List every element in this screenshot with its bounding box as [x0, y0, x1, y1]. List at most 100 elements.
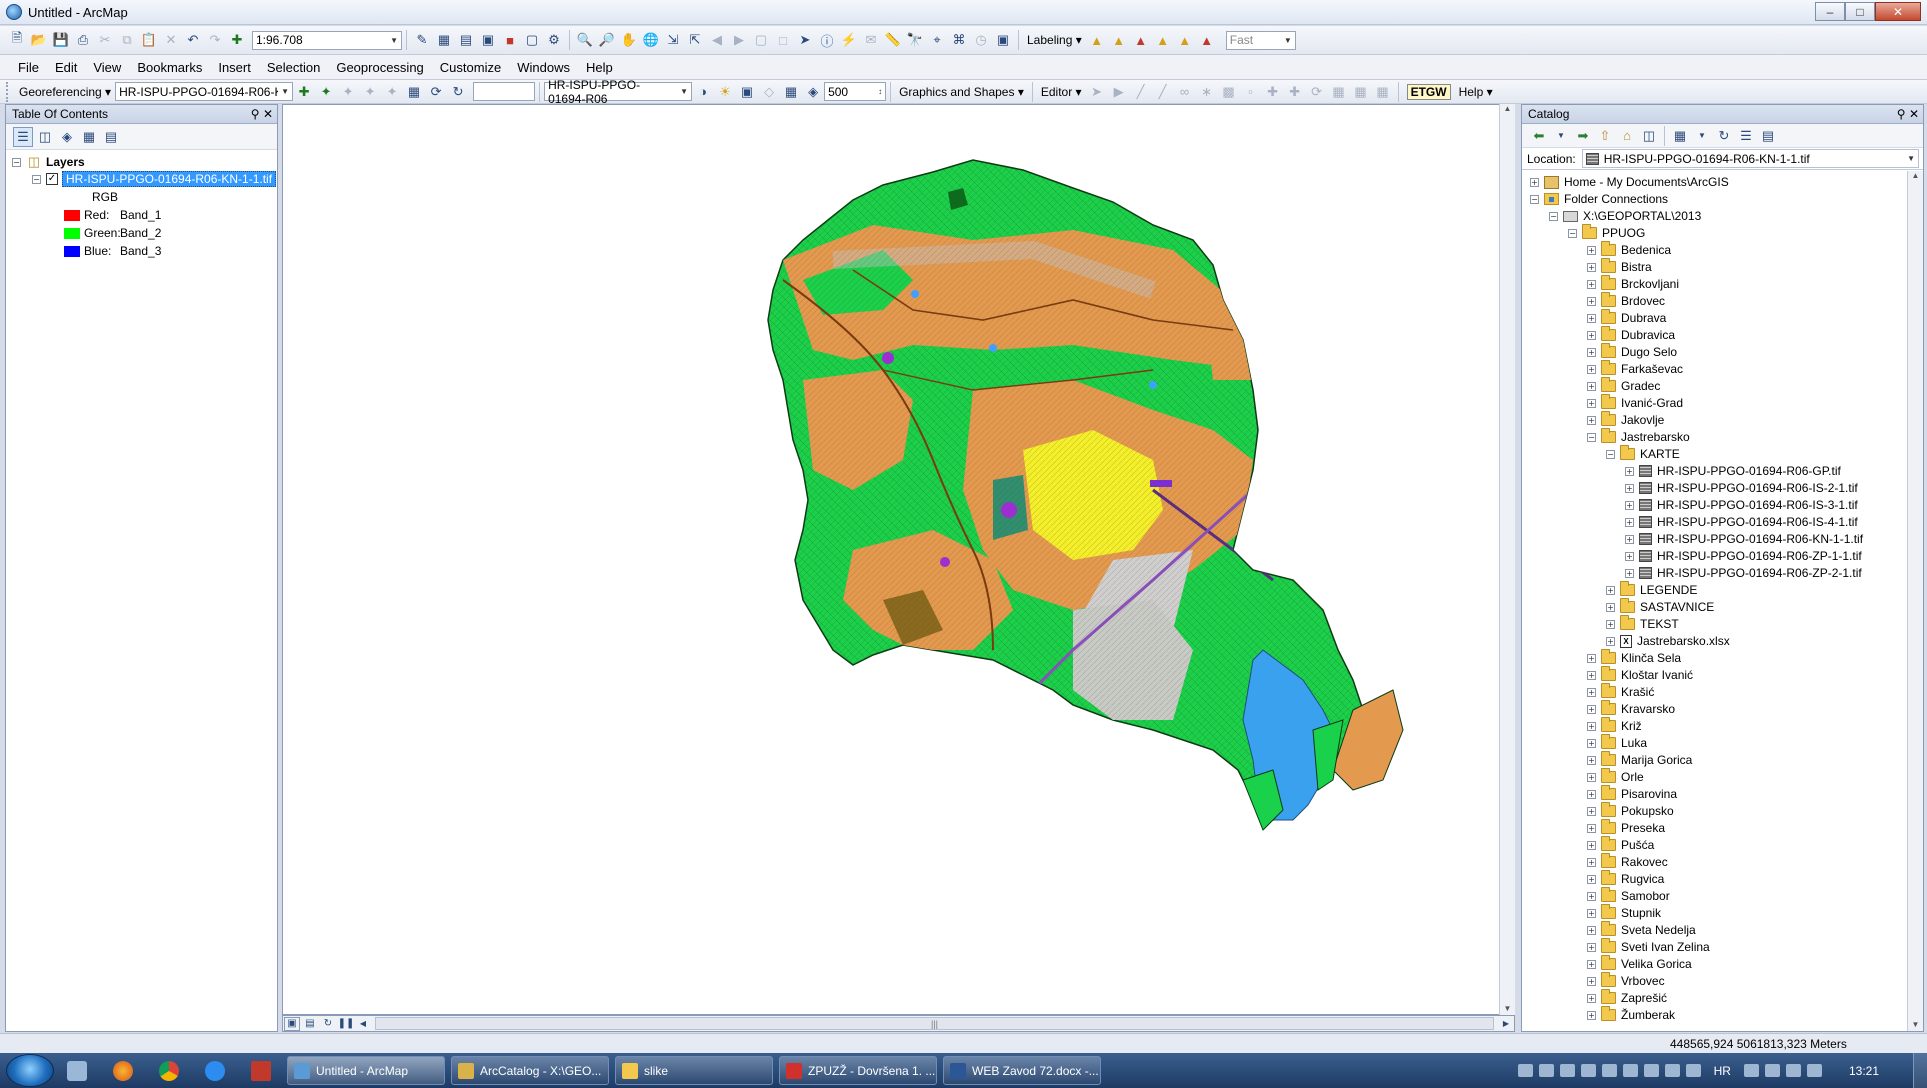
- close-button[interactable]: ✕: [1875, 2, 1921, 21]
- expand-icon[interactable]: +: [1587, 857, 1596, 867]
- list-by-source-icon[interactable]: ◫: [35, 127, 55, 147]
- tree-item-folder[interactable]: + Rakovec: [1587, 853, 1668, 870]
- maximize-button[interactable]: □: [1845, 2, 1875, 21]
- tree-item-xlsx[interactable]: + X Jastrebarsko.xlsx: [1606, 633, 1730, 649]
- start-button[interactable]: [6, 1054, 54, 1087]
- add-control-points-icon[interactable]: ✚: [294, 82, 314, 102]
- rotate-icon[interactable]: ⟳: [426, 82, 446, 102]
- add-data-icon[interactable]: ✚: [227, 30, 247, 50]
- menu-windows[interactable]: Windows: [509, 60, 578, 75]
- labeling-menu[interactable]: Labeling ▾: [1027, 33, 1082, 47]
- menu-help[interactable]: Help: [578, 60, 621, 75]
- tree-item-folder[interactable]: + Bedenica: [1587, 241, 1671, 258]
- map-vertical-scrollbar[interactable]: ▲ ▼: [1499, 104, 1515, 1015]
- expand-icon[interactable]: +: [1587, 789, 1596, 799]
- expand-icon[interactable]: +: [1587, 721, 1596, 731]
- minimize-button[interactable]: –: [1815, 2, 1845, 21]
- label-manager-icon[interactable]: ▲: [1087, 30, 1107, 50]
- shift-icon[interactable]: ↻: [448, 82, 468, 102]
- expand-icon[interactable]: +: [1587, 925, 1596, 935]
- tree-item-folder[interactable]: + Križ: [1587, 717, 1642, 734]
- tray-icon[interactable]: [1664, 1064, 1680, 1077]
- cut-icon[interactable]: ✂: [95, 30, 115, 50]
- zoom-in-icon[interactable]: 🔍: [575, 30, 595, 50]
- flicker-rate-icon[interactable]: ◈: [803, 82, 823, 102]
- menu-bookmarks[interactable]: Bookmarks: [129, 60, 210, 75]
- auto-registration-icon[interactable]: ✦: [316, 82, 336, 102]
- expand-icon[interactable]: +: [1587, 415, 1596, 425]
- menu-edit[interactable]: Edit: [47, 60, 85, 75]
- tree-item-ppuog[interactable]: − PPUOG: [1568, 224, 1645, 241]
- open-icon[interactable]: 📂: [29, 30, 49, 50]
- menu-view[interactable]: View: [85, 60, 129, 75]
- toc-close-icon[interactable]: ✕: [263, 107, 273, 121]
- tree-item-home[interactable]: + Home - My Documents\ArcGIS: [1530, 174, 1729, 190]
- fixed-zoom-out-icon[interactable]: ⇱: [685, 30, 705, 50]
- tree-item-folder[interactable]: + SASTAVNICE: [1606, 598, 1714, 615]
- taskbar-pin-chrome[interactable]: [149, 1056, 189, 1086]
- find-icon[interactable]: 🔭: [905, 30, 925, 50]
- layer-visibility-checkbox[interactable]: ✓: [46, 173, 58, 185]
- menu-selection[interactable]: Selection: [259, 60, 328, 75]
- clear-selection-icon[interactable]: □: [773, 30, 793, 50]
- split-icon[interactable]: ✚: [1285, 82, 1305, 102]
- paste-icon[interactable]: 📋: [139, 30, 159, 50]
- taskbar-pin-ie[interactable]: [195, 1056, 235, 1086]
- location-combo[interactable]: HR-ISPU-PPGO-01694-R06-KN-1-1.tif ▼: [1581, 149, 1919, 168]
- list-by-visibility-icon[interactable]: ◈: [57, 127, 77, 147]
- expand-icon[interactable]: +: [1625, 466, 1634, 476]
- swipe-icon[interactable]: ◇: [759, 82, 779, 102]
- zoom-out-icon[interactable]: 🔎: [597, 30, 617, 50]
- toolbar-grip[interactable]: [6, 81, 11, 102]
- select-features-icon[interactable]: ▢: [751, 30, 771, 50]
- expand-icon[interactable]: +: [1625, 551, 1634, 561]
- editor-toolbar-icon[interactable]: ✎: [412, 30, 432, 50]
- tray-icon[interactable]: [1559, 1064, 1575, 1077]
- label-weight-icon[interactable]: ▲: [1131, 30, 1151, 50]
- scroll-right-icon[interactable]: ▶: [1499, 1017, 1513, 1031]
- tree-item-folder[interactable]: + Pušća: [1587, 836, 1654, 853]
- tray-icon[interactable]: [1622, 1064, 1638, 1077]
- taskbar-window-button[interactable]: WEB Zavod 72.docx -...: [943, 1056, 1101, 1085]
- expand-icon[interactable]: +: [1587, 976, 1596, 986]
- hyperlink-icon[interactable]: ⚡: [839, 30, 859, 50]
- editor-menu[interactable]: Editor ▾: [1041, 85, 1082, 99]
- catalog-scrollbar[interactable]: ▲ ▼: [1907, 171, 1923, 1031]
- expand-icon[interactable]: +: [1587, 347, 1596, 357]
- collapse-icon[interactable]: −: [32, 174, 41, 184]
- model-builder-icon[interactable]: ⚙: [544, 30, 564, 50]
- go-to-xy-icon[interactable]: ⌘: [949, 30, 969, 50]
- expand-icon[interactable]: +: [1587, 381, 1596, 391]
- collapse-icon[interactable]: −: [1587, 432, 1596, 442]
- collapse-icon[interactable]: −: [1549, 211, 1558, 221]
- views-dropdown-icon[interactable]: ▼: [1692, 126, 1712, 146]
- show-desktop-button[interactable]: [1913, 1053, 1927, 1088]
- edit-annotation-icon[interactable]: ▶: [1109, 82, 1129, 102]
- expand-icon[interactable]: +: [1625, 517, 1634, 527]
- flicker-rate-input[interactable]: 500 ↕: [824, 82, 887, 101]
- back-dropdown-icon[interactable]: ▼: [1551, 126, 1571, 146]
- expand-icon[interactable]: +: [1530, 177, 1539, 187]
- catalog-tree[interactable]: + Home - My Documents\ArcGIS − Folder Conne…: [1522, 170, 1923, 1030]
- back-extent-icon[interactable]: ◀: [707, 30, 727, 50]
- expand-icon[interactable]: +: [1606, 585, 1615, 595]
- tree-item-raster[interactable]: + HR-ISPU-PPGO-01694-R06-ZP-2-1.tif: [1625, 565, 1862, 581]
- pin-icon[interactable]: ⚲: [251, 107, 260, 121]
- connect-folder-icon[interactable]: ◫: [1639, 126, 1659, 146]
- forward-extent-icon[interactable]: ▶: [729, 30, 749, 50]
- tree-item-folder[interactable]: + Pokupsko: [1587, 802, 1674, 819]
- tree-item-folder[interactable]: + Stupnik: [1587, 904, 1661, 921]
- pan-icon[interactable]: ✋: [619, 30, 639, 50]
- menu-insert[interactable]: Insert: [210, 60, 259, 75]
- tree-item-jastrebarsko[interactable]: − Jastrebarsko: [1587, 428, 1690, 445]
- full-extent-icon[interactable]: 🌐: [641, 30, 661, 50]
- input-language[interactable]: HR: [1714, 1064, 1731, 1078]
- create-viewer-icon[interactable]: ▣: [993, 30, 1013, 50]
- tree-item-folder[interactable]: + Sveta Nedelja: [1587, 921, 1696, 938]
- tree-item-folder[interactable]: + Krašić: [1587, 683, 1654, 700]
- tree-item-raster[interactable]: + HR-ISPU-PPGO-01694-R06-IS-2-1.tif: [1625, 480, 1858, 496]
- tree-item-folder[interactable]: + Kravarsko: [1587, 700, 1675, 717]
- tree-toggle-icon[interactable]: ☰: [1736, 126, 1756, 146]
- expand-icon[interactable]: +: [1606, 602, 1615, 612]
- zoom-to-selected-link-icon[interactable]: ✦: [360, 82, 380, 102]
